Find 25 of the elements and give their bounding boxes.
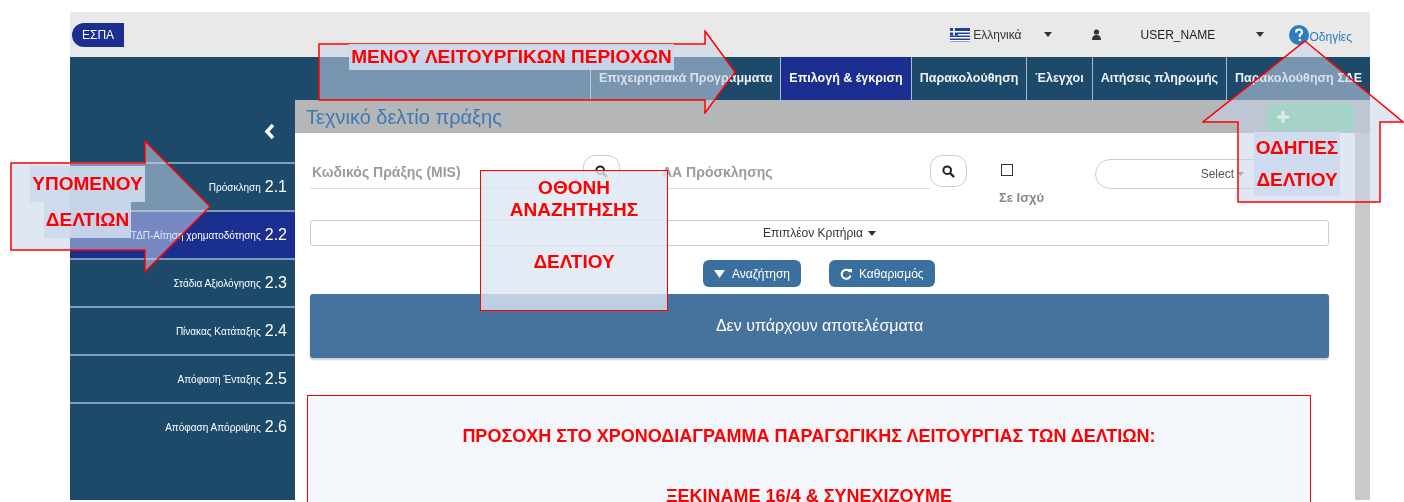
callout-text: ΟΔΗΓΙΕΣ: [1253, 132, 1341, 164]
callout-text: ΑΝΑΖΗΤΗΣΗΣ: [509, 199, 639, 221]
callout-text: ΥΠΟΜΕΝΟΥ: [30, 166, 145, 202]
callout-text: ΔΕΛΤΙΟΥ: [533, 251, 615, 273]
more-criteria-label: Επιπλέον Κριτήρια: [763, 225, 863, 242]
callout-text: ΔΕΛΤΙΩΝ: [43, 202, 132, 238]
sidebar-item-number: 2.3: [264, 273, 287, 293]
callout-text: ΜΕΝΟΥ ΛΕΙΤΟΥΡΓΙΚΩΝ ΠΕΡΙΟΧΩΝ: [349, 44, 674, 70]
page-title: Τεχνικό δελτίο πράξης: [306, 104, 502, 130]
no-results-message: Δεν υπάρχουν αποτελέσματα: [715, 316, 924, 336]
sidebar-item-label: Στάδια Αξιολόγησης: [173, 276, 261, 291]
sidebar-item-label: Πίνακας Κατάταξης: [175, 324, 261, 339]
sidebar-item-number: 2.2: [264, 225, 287, 245]
sidebar-item-number: 2.6: [264, 417, 287, 437]
checkbox-label: Σε Ισχύ: [999, 189, 1045, 207]
callout-text: ΔΕΛΤΙΟΥ: [1254, 164, 1340, 196]
select-value: Select: [1200, 166, 1234, 183]
sidebar-item-label: Απόφαση Ένταξης: [177, 372, 261, 387]
sidebar-item-number: 2.5: [264, 369, 287, 389]
sidebar-item-number: 2.1: [264, 177, 287, 197]
sidebar-item-label: Πρόσκληση: [208, 180, 261, 195]
callout-text: ΠΡΟΣΟΧΗ ΣΤΟ ΧΡΟΝΟΔΙΑΓΡΑΜΜΑ ΠΑΡΑΓΩΓΙΚΗΣ ΛΕΙΤΟΥΡΓΙΑΣ ΤΩΝ ΔΕΛΤΙΩΝ:: [462, 425, 1156, 448]
sidebar-item-number: 2.4: [264, 321, 287, 341]
callout-text: ΞΕΚΙΝΑΜΕ 16/4 & ΣΥΝΕΧΙΖΟΥΜΕ: [666, 485, 952, 502]
sidebar-item-label: Απόφαση Απόρριψης: [165, 420, 261, 435]
